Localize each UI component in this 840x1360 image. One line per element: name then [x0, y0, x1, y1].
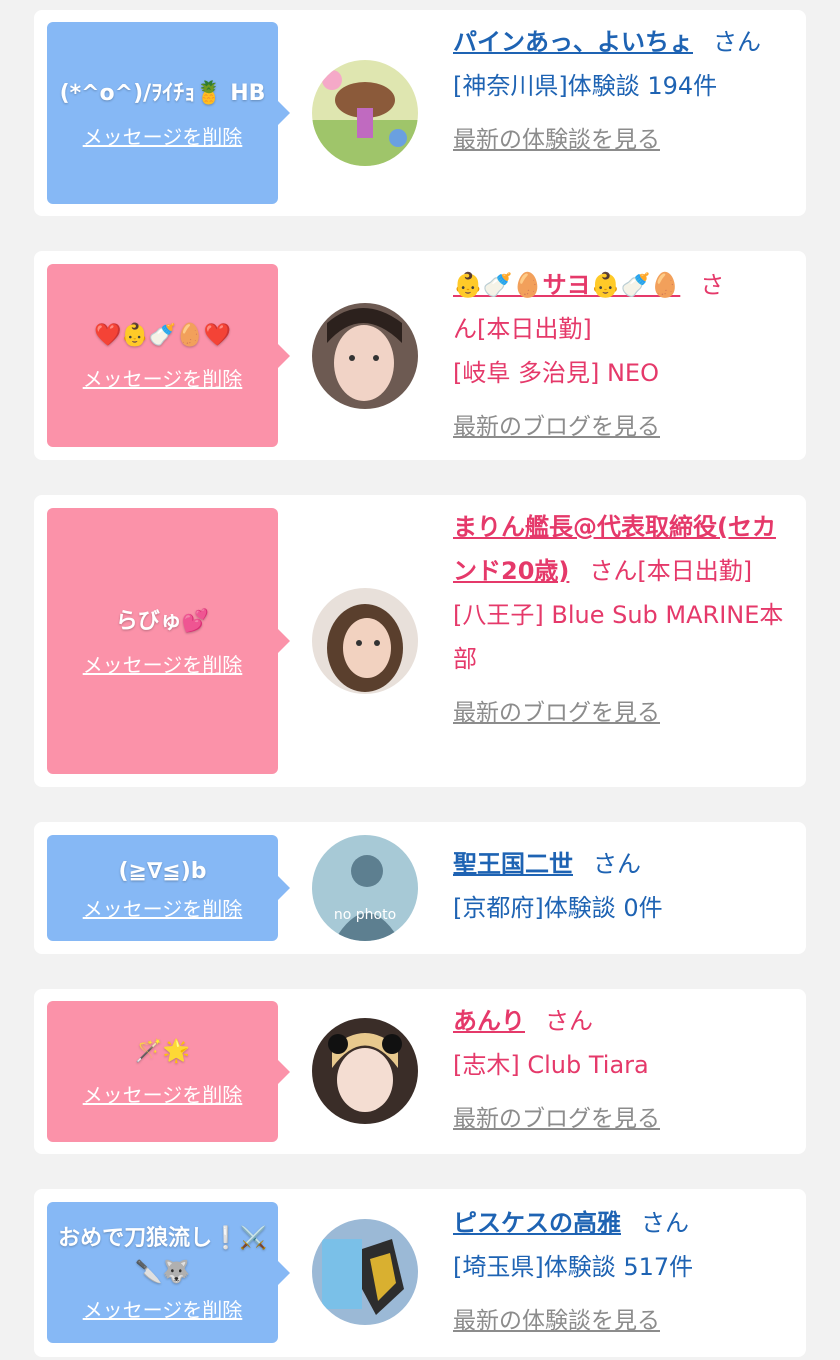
- delete-message-link[interactable]: メッセージを削除: [83, 121, 243, 150]
- user-name-link[interactable]: パインあっ、よいちょ: [453, 28, 693, 56]
- user-shop: [岐阜 多治見] NEO: [453, 359, 659, 387]
- message-card: ❤️👶🍼🥚❤️ メッセージを削除 👶🍼🥚サヨ👶🍼🥚 さ ん[本日出勤] [岐阜 多…: [34, 251, 806, 460]
- latest-blog-link[interactable]: 最新のブログを見る: [453, 1097, 793, 1141]
- latest-experience-link[interactable]: 最新の体験談を見る: [453, 118, 793, 162]
- user-info: 👶🍼🥚サヨ👶🍼🥚 さ ん[本日出勤] [岐阜 多治見] NEO 最新のブログを見る: [453, 263, 793, 449]
- message-bubble: おめで刀狼流し❕⚔️🔪🐺 メッセージを削除: [47, 1202, 290, 1343]
- honorific: さん: [641, 1209, 689, 1237]
- avatar-drawing-image: [312, 60, 418, 166]
- avatar-photo: [312, 303, 418, 409]
- avatar[interactable]: [312, 303, 418, 409]
- latest-experience-link[interactable]: 最新の体験談を見る: [453, 1299, 793, 1343]
- delete-message-link[interactable]: メッセージを削除: [83, 893, 243, 922]
- user-name-link[interactable]: あんり: [453, 1007, 525, 1035]
- honorific: さん: [713, 28, 761, 56]
- user-detail: ん[本日出勤]: [453, 315, 592, 343]
- message-bubble: らびゅ💕 メッセージを削除: [47, 508, 290, 774]
- delete-message-link[interactable]: メッセージを削除: [83, 1294, 243, 1323]
- user-detail: [神奈川県]体験談 194件: [453, 72, 718, 100]
- user-info: パインあっ、よいちょ さん [神奈川県]体験談 194件 最新の体験談を見る: [453, 20, 793, 162]
- user-name-link[interactable]: 👶🍼🥚サヨ👶🍼🥚: [453, 271, 680, 299]
- message-bubble: 🪄🌟 メッセージを削除: [47, 1001, 290, 1142]
- message-card: らびゅ💕 メッセージを削除 まりん艦長@代表取締役(セカンド20歳) さん[本日出…: [34, 495, 806, 787]
- avatar[interactable]: [312, 60, 418, 166]
- user-info: まりん艦長@代表取締役(セカンド20歳) さん[本日出勤] [八王子] Blue …: [453, 505, 793, 735]
- avatar[interactable]: [312, 588, 418, 694]
- message-text: 🪄🌟: [135, 1039, 190, 1064]
- honorific: さん: [593, 850, 641, 878]
- delete-message-link[interactable]: メッセージを削除: [83, 649, 243, 678]
- message-bubble: (≧∇≦)b メッセージを削除: [47, 835, 290, 941]
- avatar[interactable]: [312, 1018, 418, 1124]
- avatar[interactable]: no photo: [312, 835, 418, 941]
- user-name-link[interactable]: 聖王国二世: [453, 850, 573, 878]
- user-info: 聖王国二世 さん [京都府]体験談 0件: [453, 842, 793, 930]
- avatar-photo: [312, 588, 418, 694]
- latest-blog-link[interactable]: 最新のブログを見る: [453, 405, 793, 449]
- message-bubble: ❤️👶🍼🥚❤️ メッセージを削除: [47, 264, 290, 447]
- message-text: (≧∇≦)b: [118, 858, 207, 884]
- message-card: 🪄🌟 メッセージを削除 あんり さん [志木] Club Tiara 最新のブログ…: [34, 989, 806, 1154]
- message-text: (*^o^)/ｦｲﾁｮ🍍 HB: [59, 80, 266, 106]
- avatar-figure-image: [312, 1219, 418, 1325]
- user-detail: [京都府]体験談 0件: [453, 894, 663, 922]
- message-text: おめで刀狼流し❕⚔️🔪🐺: [58, 1226, 267, 1285]
- message-text: らびゅ💕: [115, 608, 210, 634]
- avatar-photo: [312, 1018, 418, 1124]
- message-card: おめで刀狼流し❕⚔️🔪🐺 メッセージを削除 ピスケスの高雅 さん [埼玉県]体験談…: [34, 1189, 806, 1357]
- message-card: (≧∇≦)b メッセージを削除 no photo 聖王国二世 さん [京都府]体験…: [34, 822, 806, 954]
- message-card: (*^o^)/ｦｲﾁｮ🍍 HB メッセージを削除 パインあっ、よいちょ さん [神…: [34, 10, 806, 216]
- honorific: さ: [700, 271, 725, 299]
- message-bubble: (*^o^)/ｦｲﾁｮ🍍 HB メッセージを削除: [47, 22, 290, 204]
- no-photo-placeholder-icon: no photo: [312, 835, 418, 941]
- honorific: さん: [545, 1007, 593, 1035]
- delete-message-link[interactable]: メッセージを削除: [83, 1079, 243, 1108]
- delete-message-link[interactable]: メッセージを削除: [83, 363, 243, 392]
- latest-blog-link[interactable]: 最新のブログを見る: [453, 691, 793, 735]
- user-info: ピスケスの高雅 さん [埼玉県]体験談 517件 最新の体験談を見る: [453, 1201, 793, 1343]
- user-shop: [八王子] Blue Sub MARINE本部: [453, 601, 784, 673]
- honorific: さん[本日出勤]: [589, 557, 753, 585]
- user-detail: [埼玉県]体験談 517件: [453, 1253, 694, 1281]
- avatar[interactable]: [312, 1219, 418, 1325]
- user-info: あんり さん [志木] Club Tiara 最新のブログを見る: [453, 999, 793, 1141]
- user-name-link[interactable]: ピスケスの高雅: [453, 1209, 621, 1237]
- user-shop: [志木] Club Tiara: [453, 1051, 649, 1079]
- no-photo-text: no photo: [334, 907, 396, 923]
- message-text: ❤️👶🍼🥚❤️: [94, 323, 231, 348]
